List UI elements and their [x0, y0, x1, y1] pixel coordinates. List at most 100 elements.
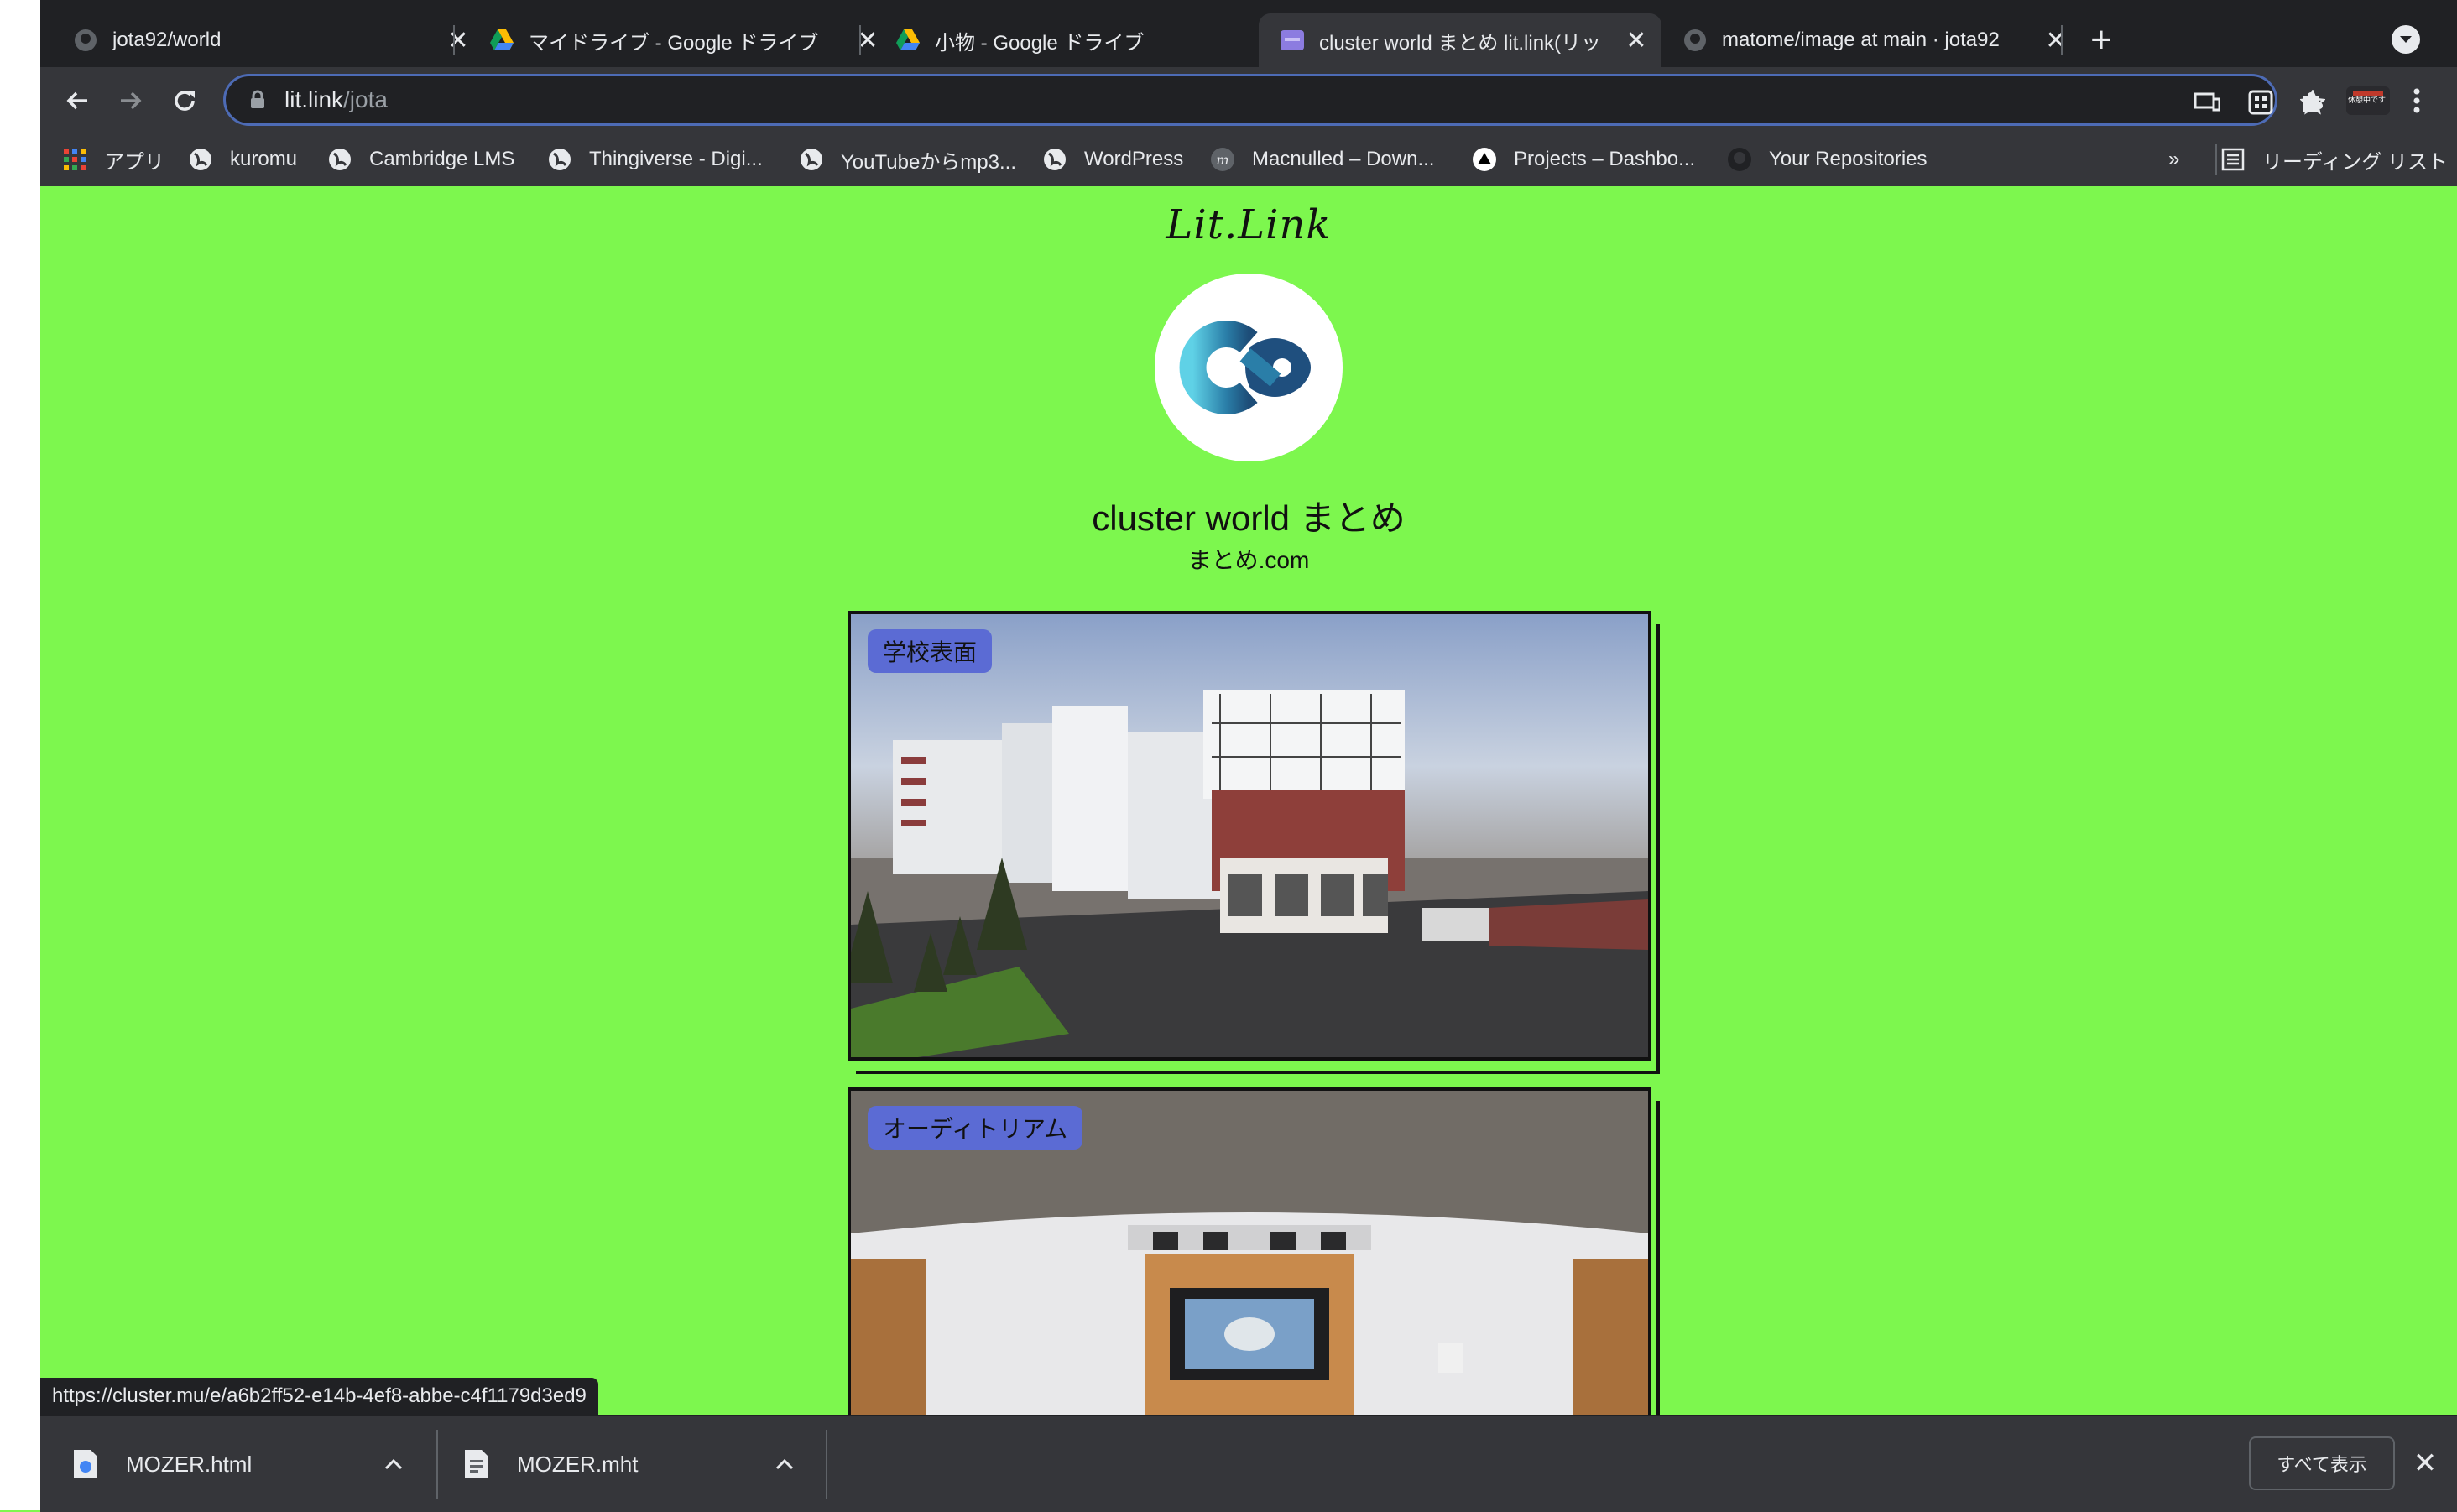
- downloads-divider: [436, 1430, 438, 1499]
- globe-icon: [547, 147, 572, 172]
- download-options-button[interactable]: [384, 1416, 403, 1512]
- bookmark-kuromu[interactable]: kuromu: [188, 143, 297, 176]
- github-icon: [74, 29, 97, 52]
- chevron-up-icon: [775, 1458, 794, 1470]
- new-tab-button[interactable]: +: [2081, 19, 2121, 60]
- google-drive-icon: [896, 29, 920, 52]
- extensions-button[interactable]: [2293, 82, 2329, 119]
- cluster-logo-icon: [1179, 321, 1311, 414]
- svg-text:m: m: [1216, 152, 1228, 168]
- bookmark-cambridge-lms[interactable]: Cambridge LMS: [327, 143, 514, 176]
- litlink-icon: [1281, 29, 1304, 52]
- back-button[interactable]: [59, 82, 96, 119]
- url-path: /jota: [343, 86, 388, 112]
- bookmark-label: Thingiverse - Digi...: [589, 148, 763, 170]
- tab-label: 小物 - Google ドライブ: [935, 31, 1145, 55]
- bookmark-label: アプリ: [104, 150, 164, 174]
- browser-chrome: jota92/world ✕ マイドライブ - Google ドライブ ✕ 小物…: [40, 0, 2457, 187]
- desktop-edge: [0, 0, 40, 1510]
- status-url: https://cluster.mu/e/a6b2ff52-e14b-4ef8-…: [52, 1384, 587, 1407]
- bookmark-label: Cambridge LMS: [369, 148, 515, 170]
- cast-icon[interactable]: [2193, 88, 2221, 117]
- profile-avatar: [1155, 274, 1343, 461]
- url-host: lit.link: [284, 86, 344, 112]
- bookmark-your-repositories[interactable]: Your Repositories: [1727, 143, 1928, 176]
- download-item-html[interactable]: MOZER.html: [74, 1416, 252, 1512]
- tab-label: cluster world まとめ lit.link(リッ: [1319, 31, 1602, 55]
- link-card-school[interactable]: 学校表面: [848, 611, 1651, 1061]
- bookmarks-overflow-button[interactable]: »: [2168, 143, 2179, 176]
- tab-label: matome/image at main · jota92: [1722, 29, 2000, 51]
- address-url[interactable]: lit.link/jota: [284, 86, 388, 113]
- kebab-menu-icon: [2413, 88, 2420, 113]
- reading-list-label: リーディング リスト: [2262, 150, 2448, 174]
- bookmark-label: Projects – Dashbo...: [1514, 148, 1696, 170]
- reload-icon: [175, 91, 195, 111]
- tab-divider: [859, 25, 861, 55]
- bookmark-thingiverse[interactable]: Thingiverse - Digi...: [547, 143, 763, 176]
- reload-button[interactable]: [166, 82, 203, 119]
- tab-litlink-active[interactable]: cluster world まとめ lit.link(リッ ✕: [1259, 13, 1661, 67]
- bookmark-apps[interactable]: アプリ: [62, 143, 164, 176]
- bookmark-vercel-projects[interactable]: Projects – Dashbo...: [1472, 143, 1695, 176]
- globe-icon: [1042, 147, 1067, 172]
- tab-jota92-world[interactable]: jota92/world ✕: [40, 13, 483, 67]
- address-bar[interactable]: lit.link/jota: [223, 74, 2325, 126]
- tab-komono-drive[interactable]: 小物 - Google ドライブ ✕: [863, 13, 1299, 67]
- overflow-chevron: »: [2168, 148, 2180, 170]
- forward-button[interactable]: [112, 82, 149, 119]
- bookmark-youtube-mp3[interactable]: YouTubeからmp3...: [799, 143, 1016, 176]
- puzzle-icon: [2303, 92, 2323, 112]
- profile-badge-text: 休憩中です: [2348, 96, 2387, 104]
- tab-label: jota92/world: [112, 29, 222, 51]
- bookmark-wordpress[interactable]: WordPress: [1042, 143, 1183, 176]
- reading-list-icon: [2220, 147, 2246, 172]
- tab-divider: [2061, 25, 2063, 55]
- show-all-downloads-button[interactable]: すべて表示: [2249, 1436, 2395, 1490]
- download-filename: MOZER.html: [126, 1451, 253, 1477]
- bookmark-label: kuromu: [230, 148, 298, 170]
- tab-my-drive[interactable]: マイドライブ - Google ドライブ ✕: [456, 13, 893, 67]
- bookmark-macnulled[interactable]: m Macnulled – Down...: [1210, 143, 1434, 176]
- link-card-auditorium[interactable]: オーディトリアム: [848, 1087, 1651, 1415]
- bookmark-label: Your Repositories: [1769, 148, 1928, 170]
- lock-icon: [251, 90, 264, 108]
- tab-divider: [453, 25, 455, 55]
- download-item-mht[interactable]: MOZER.mht: [465, 1416, 638, 1512]
- card-label: 学校表面: [868, 629, 993, 673]
- profile-name: cluster world まとめ: [1092, 498, 1406, 538]
- chevron-down-icon: [2400, 36, 2412, 43]
- forward-arrow-icon: [121, 91, 142, 110]
- downloads-divider: [826, 1430, 827, 1499]
- litlink-logo[interactable]: Lit.Link: [40, 201, 2457, 248]
- github-icon: [1683, 29, 1707, 52]
- school-scene-image: [851, 614, 1648, 1057]
- toolbar: lit.link/jota 休憩中です: [40, 67, 2457, 133]
- downloads-bar: MOZER.html MOZER.mht すべて表示 ✕: [40, 1415, 2457, 1512]
- apps-grid-icon: [62, 147, 87, 172]
- bookmark-label: WordPress: [1084, 148, 1184, 170]
- page-content: Lit.Link cluster world まとめ まとめ.com 学校表面 …: [40, 186, 2457, 1415]
- tab-matome-image[interactable]: matome/image at main · jota92 ✕: [1661, 13, 2081, 67]
- download-options-button[interactable]: [775, 1416, 794, 1512]
- close-downloads-icon[interactable]: ✕: [2408, 1447, 2442, 1480]
- tab-search-button[interactable]: [2392, 25, 2420, 54]
- back-arrow-icon: [66, 91, 87, 110]
- close-icon[interactable]: ✕: [2039, 23, 2073, 57]
- google-drive-icon: [490, 29, 514, 52]
- menu-button[interactable]: [2398, 82, 2435, 119]
- bookmark-label: YouTubeからmp3...: [841, 150, 1017, 174]
- link-status-bar: https://cluster.mu/e/a6b2ff52-e14b-4ef8-…: [40, 1378, 598, 1415]
- globe-icon: [188, 147, 213, 172]
- macnulled-icon: m: [1210, 147, 1235, 172]
- html-file-icon: [74, 1450, 97, 1478]
- qr-code-icon[interactable]: [2246, 88, 2275, 117]
- close-icon[interactable]: ✕: [1620, 23, 1653, 57]
- reading-list-button[interactable]: リーディング リスト: [2220, 143, 2448, 176]
- chevron-up-icon: [384, 1458, 403, 1470]
- card-label: オーディトリアム: [868, 1106, 1083, 1150]
- download-filename: MOZER.mht: [517, 1451, 639, 1477]
- profile-button[interactable]: 休憩中です: [2345, 82, 2392, 119]
- tab-label: マイドライブ - Google ドライブ: [529, 31, 819, 55]
- globe-icon: [799, 147, 824, 172]
